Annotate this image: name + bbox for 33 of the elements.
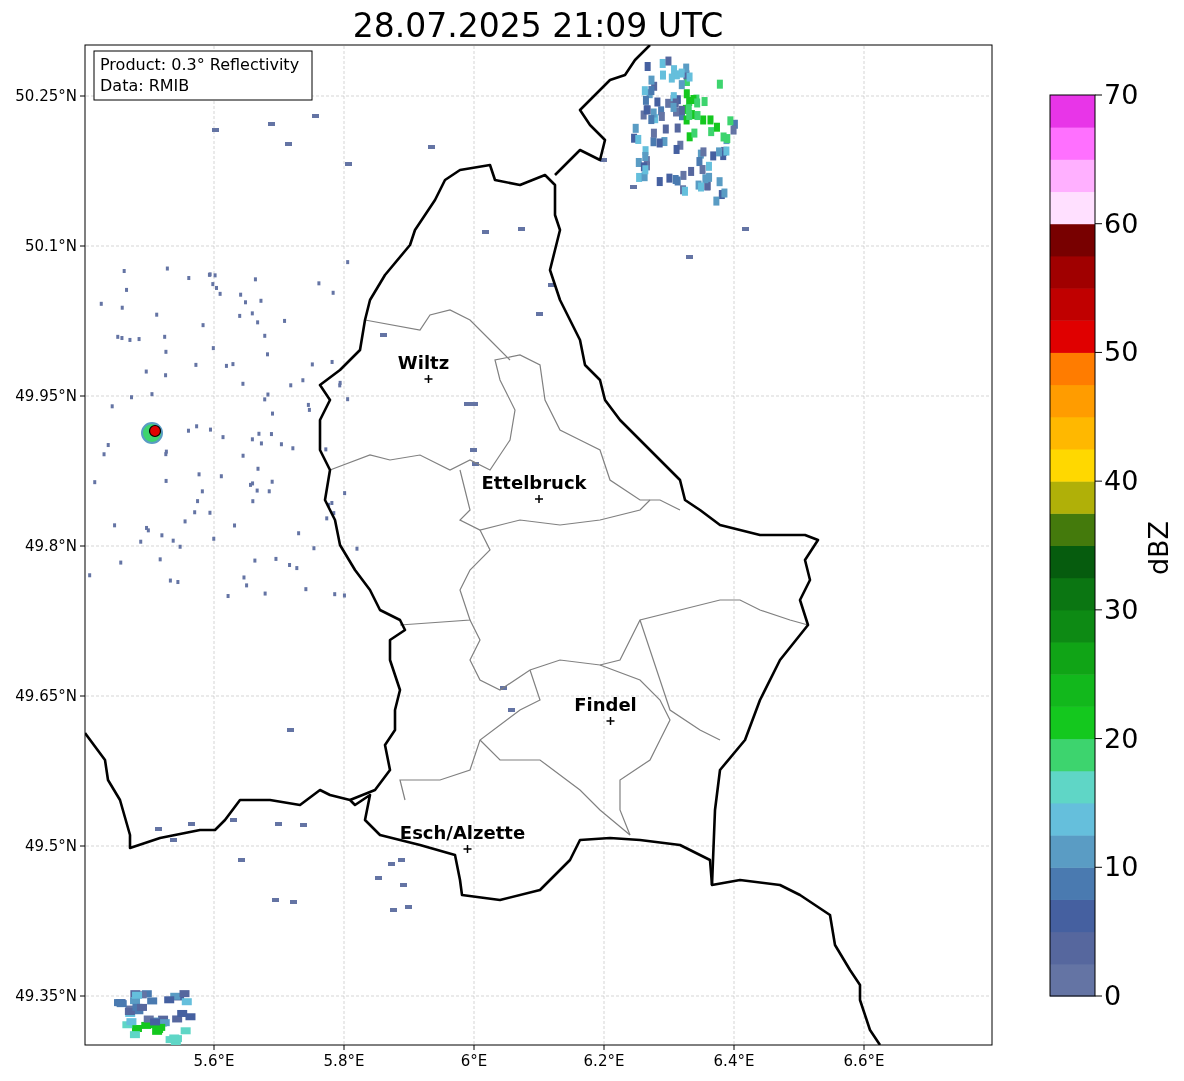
y-tick-label: 49.8°N <box>24 537 77 555</box>
chart-title: 28.07.2025 21:09 UTC <box>352 6 724 45</box>
x-tick-label: 5.8°E <box>323 1052 365 1070</box>
y-tick-label: 50.1°N <box>24 237 77 255</box>
city-label: Esch/Alzette <box>399 822 526 843</box>
x-tick-label: 6°E <box>460 1052 488 1070</box>
colorbar-tick-label: 50 <box>1104 336 1139 368</box>
x-tick-label: 5.6°E <box>193 1052 235 1070</box>
city-marker-icon <box>462 844 473 854</box>
colorbar-tick-label: 60 <box>1104 207 1139 239</box>
x-tick-label: 6.2°E <box>583 1052 625 1070</box>
info-text: Product: 0.3° Reflectivity <box>100 55 300 74</box>
y-tick-label: 49.95°N <box>15 387 77 405</box>
y-tick-label: 49.5°N <box>24 837 77 855</box>
y-tick-label: 49.65°N <box>15 687 77 705</box>
colorbar-tick-label: 20 <box>1104 722 1139 754</box>
y-tick-label: 49.35°N <box>15 987 77 1005</box>
colorbar-tick-label: 40 <box>1104 465 1139 497</box>
colorbar-tick-label: 10 <box>1104 851 1139 883</box>
city-marker-icon <box>605 716 616 726</box>
x-tick-label: 6.4°E <box>713 1052 755 1070</box>
colorbar-tick-label: 70 <box>1104 79 1139 110</box>
city-label: Ettelbruck <box>481 472 587 493</box>
city-marker-icon <box>423 374 434 384</box>
city-label: Wiltz <box>397 352 450 373</box>
colorbar-tick-label: 30 <box>1104 593 1139 625</box>
city-marker-icon <box>534 494 544 504</box>
colorbar-label: dBZ <box>1143 520 1174 576</box>
x-tick-label: 6.6°E <box>843 1052 885 1070</box>
y-tick-label: 50.25°N <box>15 87 77 105</box>
city-label: Findel <box>574 694 637 715</box>
info-text: Data: RMIB <box>100 76 190 95</box>
colorbar-tick-label: 0 <box>1104 980 1122 1011</box>
